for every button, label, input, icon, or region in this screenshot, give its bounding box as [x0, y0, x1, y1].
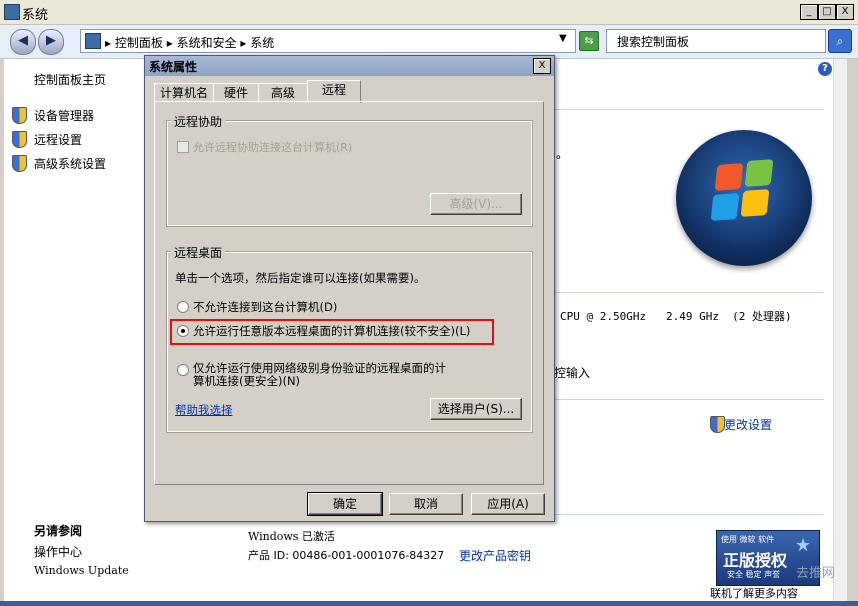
genuine-line3: 安全 稳定 声誉: [727, 570, 781, 579]
option-deny-label: 不允许连接到这台计算机(D): [193, 300, 338, 314]
divider: [554, 109, 824, 110]
breadcrumb-system-security[interactable]: 系统和安全: [177, 36, 237, 50]
dialog-title-bar: 系统属性 X: [145, 56, 554, 76]
allow-assistance-checkbox[interactable]: [177, 141, 189, 153]
breadcrumb-control-panel[interactable]: 控制面板: [115, 36, 163, 50]
watermark: 去推网: [796, 566, 836, 581]
option-nla-label: 仅允许运行使用网络级别身份验证的远程桌面的计 算机连接(更安全)(N): [193, 362, 446, 388]
search-icon[interactable]: ⌕: [828, 29, 852, 53]
divider: [554, 292, 824, 293]
windows-logo: [676, 130, 812, 266]
taskbar-strip: [0, 601, 858, 606]
tab-hardware[interactable]: 硬件: [213, 83, 259, 103]
dialog-close-button[interactable]: X: [533, 58, 551, 74]
divider: [554, 399, 824, 400]
genuine-line2: 正版授权: [723, 551, 788, 570]
edition-text-fragment: 。: [556, 147, 569, 161]
remote-assistance-title: 远程协助: [171, 113, 226, 130]
see-also-title: 另请参阅: [34, 524, 83, 538]
search-input[interactable]: 搜索控制面板: [606, 29, 826, 53]
shield-icon: [12, 107, 27, 124]
see-also-action-center[interactable]: 操作中心: [34, 543, 82, 560]
processor-info: CPU @ 2.50GHz 2.49 GHz (2 处理器): [560, 310, 792, 323]
logo-red-pane: [714, 163, 744, 191]
assistance-advanced-button[interactable]: 高级(V)...: [430, 193, 522, 215]
sidebar-item-device-manager[interactable]: 设备管理器: [34, 107, 94, 124]
change-product-key-link[interactable]: 更改产品密钥: [459, 547, 531, 564]
logo-blue-pane: [710, 193, 740, 221]
back-arrow-icon[interactable]: ◀: [10, 29, 36, 55]
allow-assistance-label: 允许远程协助连接这台计算机(R): [193, 141, 353, 154]
window-title: 系统: [22, 8, 49, 23]
pen-touch-fragment: 控输入: [554, 366, 591, 380]
activation-status: Windows 已激活: [248, 530, 335, 543]
shield-icon: [12, 131, 27, 148]
genuine-line1: 使用 微软 软件: [721, 535, 775, 544]
ok-button[interactable]: 确定: [307, 492, 383, 516]
logo-green-pane: [744, 159, 774, 187]
radio-deny-connections[interactable]: [177, 301, 189, 313]
forward-arrow-icon[interactable]: ▶: [38, 29, 64, 55]
dialog-title: 系统属性: [149, 60, 198, 74]
refresh-icon[interactable]: ⇆: [579, 31, 599, 51]
logo-yellow-pane: [740, 189, 770, 217]
tab-remote[interactable]: 远程: [307, 80, 361, 103]
title-bar: 系统 _ □ X: [0, 0, 858, 25]
shield-icon: [12, 155, 27, 172]
maximize-button[interactable]: □: [818, 4, 836, 20]
radio-allow-nla-only[interactable]: [177, 364, 189, 376]
option-nla-line1: 仅允许运行使用网络级别身份验证的远程桌面的计: [193, 361, 446, 375]
product-id: 产品 ID: 00486-001-0001076-84327: [248, 549, 445, 562]
sidebar-home-link[interactable]: 控制面板主页: [34, 71, 106, 88]
remote-tab-page: 远程协助 允许远程协助连接这台计算机(R) 高级(V)... 远程桌面 单击一个…: [154, 101, 544, 485]
see-also-windows-update[interactable]: Windows Update: [34, 564, 129, 577]
change-settings-link[interactable]: 更改设置: [724, 416, 772, 433]
breadcrumb-separator: ▸: [240, 36, 247, 50]
system-window: 系统 _ □ X ◀ ▶ ▸ 控制面板 ▸ 系统和安全 ▸ 系统 ▼ ⇆ 搜索控…: [0, 0, 858, 606]
tab-strip: 计算机名 硬件 高级 远程: [154, 80, 554, 103]
option-allow-any-label: 允许运行任意版本远程桌面的计算机连接(较不安全)(L): [193, 324, 471, 338]
vertical-scrollbar[interactable]: [833, 59, 847, 602]
breadcrumb-separator: ▸: [105, 36, 112, 50]
breadcrumb: ▸ 控制面板 ▸ 系统和安全 ▸ 系统: [105, 34, 274, 51]
cancel-button[interactable]: 取消: [389, 493, 463, 515]
navigation-bar: ◀ ▶ ▸ 控制面板 ▸ 系统和安全 ▸ 系统 ▼ ⇆ 搜索控制面板 ⌕: [0, 25, 858, 59]
dropdown-arrow-icon[interactable]: ▼: [559, 33, 567, 44]
star-icon: ★: [795, 535, 812, 556]
system-properties-dialog: 系统属性 X 计算机名 硬件 高级 远程 远程协助 允许远程协助连接这台计算机(…: [144, 55, 555, 522]
close-button[interactable]: X: [836, 4, 854, 20]
minimize-button[interactable]: _: [800, 4, 818, 20]
tab-computer-name[interactable]: 计算机名: [154, 83, 214, 103]
tab-advanced[interactable]: 高级: [258, 83, 308, 103]
radio-allow-any-version[interactable]: [177, 325, 189, 337]
option-nla-line2: 算机连接(更安全)(N): [193, 374, 301, 388]
learn-more-online-link[interactable]: 联机了解更多内容: [710, 585, 798, 601]
remote-desktop-instruction: 单击一个选项，然后指定谁可以连接(如果需要)。: [175, 271, 426, 285]
breadcrumb-separator: ▸: [166, 36, 173, 50]
remote-desktop-title: 远程桌面: [171, 244, 226, 261]
apply-button[interactable]: 应用(A): [471, 493, 545, 515]
help-me-choose-link[interactable]: 帮助我选择: [175, 402, 233, 418]
system-window-icon: [4, 4, 20, 20]
control-panel-icon: [85, 33, 101, 49]
sidebar-item-remote-settings[interactable]: 远程设置: [34, 131, 82, 148]
help-icon[interactable]: ?: [818, 62, 832, 76]
breadcrumb-system[interactable]: 系统: [250, 36, 274, 50]
sidebar-item-advanced-settings[interactable]: 高级系统设置: [34, 155, 106, 172]
address-bar[interactable]: ▸ 控制面板 ▸ 系统和安全 ▸ 系统 ▼: [80, 29, 576, 53]
search-placeholder: 搜索控制面板: [617, 35, 690, 49]
select-users-button[interactable]: 选择用户(S)...: [430, 398, 522, 420]
shield-icon: [710, 416, 725, 433]
